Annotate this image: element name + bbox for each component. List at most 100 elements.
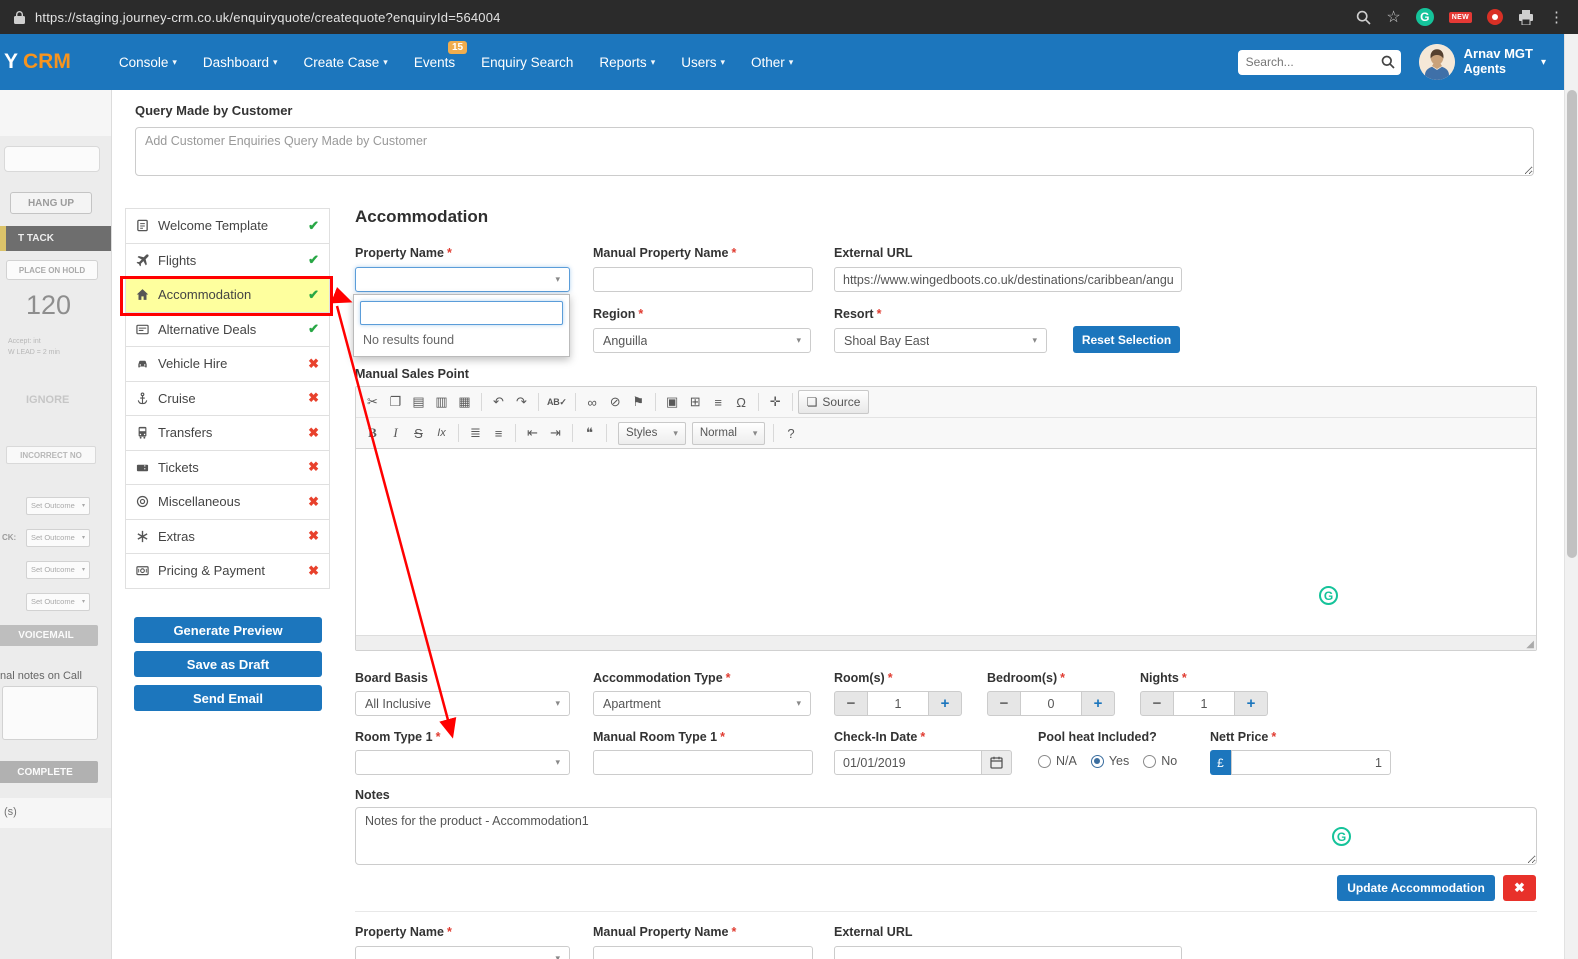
generate-preview-button[interactable]: Generate Preview bbox=[134, 617, 322, 643]
nav-item-reports[interactable]: Reports▾ bbox=[599, 55, 655, 70]
maximize-icon[interactable]: ✛ bbox=[764, 390, 787, 414]
pool-heat-option-no[interactable]: No bbox=[1143, 754, 1177, 768]
cut-icon[interactable]: ✂ bbox=[361, 390, 384, 414]
new-extension-badge[interactable]: NEW bbox=[1449, 12, 1472, 23]
sidebar-item-alternative-deals[interactable]: Alternative Deals✔ bbox=[125, 312, 330, 348]
query-textarea[interactable] bbox=[135, 127, 1534, 176]
search-icon[interactable] bbox=[1375, 55, 1401, 69]
special-character-icon[interactable]: Ω bbox=[730, 390, 753, 414]
table-icon[interactable]: ⊞ bbox=[684, 390, 707, 414]
external-url-input[interactable] bbox=[834, 267, 1182, 292]
minus-button[interactable]: − bbox=[1140, 691, 1174, 716]
remove-section-button[interactable]: ✖ bbox=[1503, 875, 1536, 901]
copy-icon[interactable]: ❐ bbox=[384, 390, 407, 414]
browser-menu-icon[interactable]: ⋮ bbox=[1549, 8, 1564, 26]
extension-icon[interactable] bbox=[1487, 9, 1503, 25]
avatar[interactable] bbox=[1419, 44, 1455, 80]
set-outcome-select[interactable]: Set Outcome▾ bbox=[26, 593, 90, 611]
manual-property-name-input-2[interactable] bbox=[593, 946, 813, 959]
brand-logo[interactable]: YCRM bbox=[4, 50, 71, 74]
region-select[interactable]: Anguilla▾ bbox=[593, 328, 811, 353]
user-menu[interactable]: Arnav MGT Agents bbox=[1464, 47, 1533, 76]
strikethrough-icon[interactable]: S bbox=[407, 421, 430, 445]
numbered-list-icon[interactable]: ≣ bbox=[464, 421, 487, 445]
dropdown-search-input[interactable] bbox=[360, 301, 563, 325]
complete-button[interactable]: COMPLETE bbox=[0, 761, 98, 783]
sidebar-item-flights[interactable]: Flights✔ bbox=[125, 243, 330, 279]
sidebar-item-welcome-template[interactable]: Welcome Template✔ bbox=[125, 208, 330, 244]
pool-heat-option-yes[interactable]: Yes bbox=[1091, 754, 1129, 768]
image-icon[interactable]: ▣ bbox=[661, 390, 684, 414]
sidebar-item-tickets[interactable]: Tickets✖ bbox=[125, 450, 330, 486]
paste-icon[interactable]: ▤ bbox=[407, 390, 430, 414]
set-outcome-select[interactable]: Set Outcome▾ bbox=[26, 561, 90, 579]
help-icon[interactable]: ? bbox=[779, 421, 802, 445]
set-outcome-select[interactable]: Set Outcome▾ bbox=[26, 497, 90, 515]
editor-content[interactable]: G bbox=[356, 449, 1536, 635]
redo-icon[interactable]: ↷ bbox=[510, 390, 533, 414]
external-url-input-2[interactable] bbox=[834, 946, 1182, 959]
resize-handle-icon[interactable]: ◢ bbox=[1526, 639, 1534, 650]
check-in-input[interactable] bbox=[834, 750, 982, 775]
voicemail-button[interactable]: VOICEMAIL bbox=[0, 625, 98, 646]
sidebar-item-vehicle-hire[interactable]: Vehicle Hire✖ bbox=[125, 346, 330, 382]
search-input[interactable] bbox=[1238, 55, 1375, 69]
notes-textarea[interactable]: Notes for the product - Accommodation1 bbox=[355, 807, 1537, 865]
sidebar-item-extras[interactable]: Extras✖ bbox=[125, 519, 330, 555]
grammarly-extension-icon[interactable]: G bbox=[1416, 8, 1434, 26]
format-select[interactable]: Normal▾ bbox=[692, 422, 766, 445]
styles-select[interactable]: Styles▾ bbox=[618, 422, 686, 445]
minus-button[interactable]: − bbox=[834, 691, 868, 716]
nav-item-dashboard[interactable]: Dashboard▾ bbox=[203, 55, 278, 70]
set-outcome-select[interactable]: Set Outcome▾ bbox=[26, 529, 90, 547]
nav-item-enquiry-search[interactable]: Enquiry Search bbox=[481, 55, 573, 70]
zoom-icon[interactable] bbox=[1356, 10, 1371, 25]
paste-from-word-icon[interactable]: ▦ bbox=[453, 390, 476, 414]
unlink-icon[interactable]: ⊘ bbox=[604, 390, 627, 414]
save-as-draft-button[interactable]: Save as Draft bbox=[134, 651, 322, 677]
nav-item-users[interactable]: Users▾ bbox=[681, 55, 725, 70]
plus-button[interactable]: + bbox=[1234, 691, 1268, 716]
link-icon[interactable]: ∞ bbox=[581, 390, 604, 414]
increase-indent-icon[interactable]: ⇥ bbox=[544, 421, 567, 445]
resort-select[interactable]: Shoal Bay East▾ bbox=[834, 328, 1047, 353]
anchor-flag-icon[interactable]: ⚑ bbox=[627, 390, 650, 414]
bold-icon[interactable]: B bbox=[361, 421, 384, 445]
nav-item-other[interactable]: Other▾ bbox=[751, 55, 793, 70]
call-notes-textarea[interactable] bbox=[2, 686, 98, 740]
sidebar-item-transfers[interactable]: Transfers✖ bbox=[125, 415, 330, 451]
navbar-search[interactable] bbox=[1238, 50, 1401, 75]
undo-icon[interactable]: ↶ bbox=[487, 390, 510, 414]
sidebar-item-miscellaneous[interactable]: Miscellaneous✖ bbox=[125, 484, 330, 520]
page-scrollbar[interactable] bbox=[1564, 34, 1578, 959]
bulleted-list-icon[interactable]: ≡ bbox=[487, 421, 510, 445]
pool-heat-option-n-a[interactable]: N/A bbox=[1038, 754, 1077, 768]
printer-icon[interactable] bbox=[1518, 10, 1534, 25]
room-type-select[interactable]: ▾ bbox=[355, 750, 570, 775]
update-accommodation-button[interactable]: Update Accommodation bbox=[1337, 875, 1495, 901]
decrease-indent-icon[interactable]: ⇤ bbox=[521, 421, 544, 445]
send-email-button[interactable]: Send Email bbox=[134, 685, 322, 711]
source-button[interactable]: ❏Source bbox=[798, 390, 870, 414]
plus-button[interactable]: + bbox=[928, 691, 962, 716]
nav-item-create-case[interactable]: Create Case▾ bbox=[303, 55, 387, 70]
nav-item-console[interactable]: Console▾ bbox=[119, 55, 177, 70]
grammarly-icon[interactable]: G bbox=[1332, 827, 1351, 846]
ignore-button[interactable]: IGNORE bbox=[26, 394, 69, 406]
calendar-icon[interactable] bbox=[982, 750, 1012, 775]
url-text[interactable]: https://staging.journey-crm.co.uk/enquir… bbox=[35, 10, 501, 25]
minus-button[interactable]: − bbox=[987, 691, 1021, 716]
board-basis-select[interactable]: All Inclusive▾ bbox=[355, 691, 570, 716]
bookmark-star-icon[interactable]: ☆ bbox=[1386, 7, 1400, 27]
blockquote-icon[interactable]: ❝ bbox=[578, 421, 601, 445]
sidebar-item-cruise[interactable]: Cruise✖ bbox=[125, 381, 330, 417]
manual-room-type-input[interactable] bbox=[593, 750, 813, 775]
property-name-select-2[interactable]: ▾ bbox=[355, 946, 570, 959]
scrollbar-thumb[interactable] bbox=[1567, 90, 1577, 558]
place-on-hold-button[interactable]: PLACE ON HOLD bbox=[6, 260, 98, 280]
paste-plain-text-icon[interactable]: ▥ bbox=[430, 390, 453, 414]
sidebar-item-accommodation[interactable]: Accommodation✔ bbox=[125, 277, 330, 313]
grammarly-icon[interactable]: G bbox=[1319, 586, 1338, 605]
reset-selection-button[interactable]: Reset Selection bbox=[1073, 326, 1180, 353]
remove-format-icon[interactable]: Ix bbox=[430, 421, 453, 445]
